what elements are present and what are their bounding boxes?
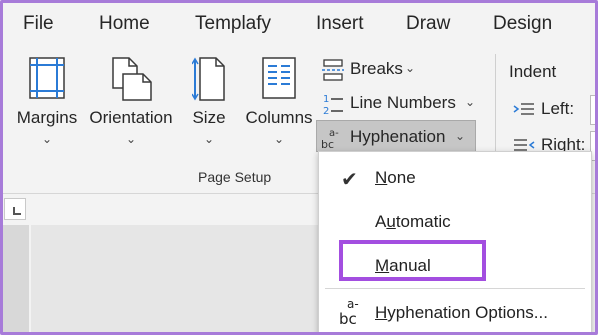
tab-insert[interactable]: Insert xyxy=(316,13,364,35)
hyphenation-icon: a- xyxy=(347,297,359,311)
indent-left-icon xyxy=(513,102,535,123)
chevron-down-icon: ⌄ xyxy=(273,132,285,146)
chevron-down-icon: ⌄ xyxy=(465,95,476,109)
orientation-icon xyxy=(109,56,153,107)
line-numbers-icon: 1 2 xyxy=(321,92,345,117)
document-canvas[interactable] xyxy=(31,225,331,332)
columns-button[interactable]: Columns ⌄ xyxy=(241,48,317,160)
menu-item-hyphenation-options-label: Hyphenation Options... xyxy=(375,303,548,322)
menu-item-none-label: None xyxy=(375,168,416,187)
ribbon-tabs: File Home Templafy Insert Draw Design xyxy=(3,3,595,48)
svg-text:2: 2 xyxy=(323,106,329,116)
orientation-label: Orientation xyxy=(89,108,173,127)
chevron-down-icon: ⌄ xyxy=(203,132,215,146)
menu-item-automatic-label: Automatic xyxy=(375,212,451,231)
line-numbers-label: Line Numbers xyxy=(350,93,456,112)
hyphenation-icon-bc: bc xyxy=(339,310,357,328)
tab-home[interactable]: Home xyxy=(99,13,150,35)
margins-button[interactable]: Margins ⌄ xyxy=(13,48,81,160)
word-window: File Home Templafy Insert Draw Design Ma… xyxy=(0,0,598,335)
breaks-label: Breaks xyxy=(350,59,403,78)
menu-item-hyphenation-options[interactable]: a- bc Hyphenation Options... xyxy=(319,294,591,332)
breaks-icon xyxy=(321,58,345,82)
tab-design[interactable]: Design xyxy=(493,13,552,35)
indent-left-label: Left: xyxy=(541,99,575,118)
orientation-button[interactable]: Orientation ⌄ xyxy=(85,48,177,160)
menu-item-automatic[interactable]: Automatic xyxy=(319,203,591,243)
menu-item-none[interactable]: ✔ None xyxy=(319,159,591,199)
svg-text:1: 1 xyxy=(323,94,329,105)
size-icon xyxy=(191,56,226,107)
size-button[interactable]: Size ⌄ xyxy=(187,48,231,160)
indent-left-field[interactable] xyxy=(590,95,595,125)
page-setup-group-label: Page Setup xyxy=(198,169,272,185)
tab-draw[interactable]: Draw xyxy=(406,13,450,35)
margins-icon xyxy=(28,56,66,105)
chevron-down-icon: ⌄ xyxy=(405,61,416,75)
hyphenation-icon: a- bc xyxy=(321,126,345,151)
hyphenation-label: Hyphenation xyxy=(350,127,446,146)
chevron-down-icon: ⌄ xyxy=(41,132,53,146)
columns-label: Columns xyxy=(245,108,313,127)
menu-separator xyxy=(325,288,585,289)
chevron-down-icon: ⌄ xyxy=(455,129,466,143)
chevron-down-icon: ⌄ xyxy=(125,132,137,146)
margins-label: Margins xyxy=(16,108,78,127)
checkmark-icon: ✔ xyxy=(341,169,358,191)
manual-highlight-box xyxy=(339,240,486,281)
tab-templafy[interactable]: Templafy xyxy=(195,13,271,35)
svg-text:bc: bc xyxy=(321,138,334,150)
indent-title: Indent xyxy=(509,62,557,81)
group-separator xyxy=(495,54,496,154)
tab-selector-icon[interactable] xyxy=(4,198,26,220)
vertical-ruler xyxy=(3,225,29,332)
tab-file[interactable]: File xyxy=(23,13,54,35)
hyphenation-menu: ✔ None Automatic Manual a- bc Hyphenatio… xyxy=(318,151,592,332)
size-label: Size xyxy=(192,108,226,127)
columns-icon xyxy=(261,56,297,105)
